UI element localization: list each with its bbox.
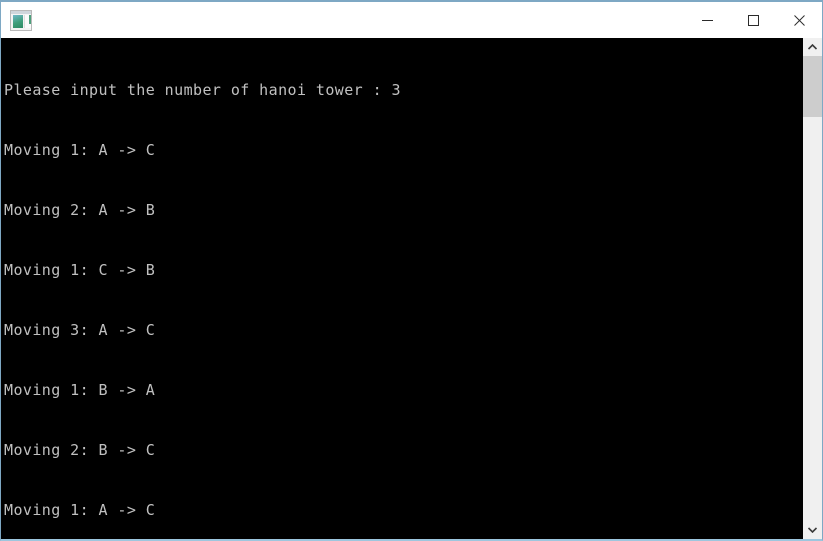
- console-line: Moving 1: A -> C: [4, 501, 156, 519]
- maximize-button[interactable]: [730, 2, 776, 38]
- console-output[interactable]: Please input the number of hanoi tower :…: [1, 38, 802, 539]
- console-line: Moving 1: C -> B: [4, 261, 156, 279]
- vertical-scrollbar[interactable]: [802, 38, 822, 539]
- console-line: Moving 1: B -> A: [4, 381, 156, 399]
- close-button[interactable]: [776, 2, 822, 38]
- console-area: Please input the number of hanoi tower :…: [1, 38, 822, 539]
- window-titlebar[interactable]: [1, 2, 822, 38]
- app-icon-green-bar: [29, 14, 31, 24]
- window-controls: [684, 2, 822, 38]
- console-line: Moving 3: A -> C: [4, 321, 156, 339]
- console-line: Please input the number of hanoi tower :…: [4, 81, 401, 99]
- console-line: Moving 2: A -> B: [4, 201, 156, 219]
- console-line: Moving 2: B -> C: [4, 441, 156, 459]
- console-app-icon[interactable]: [10, 9, 32, 31]
- app-icon-green-pane: [13, 14, 23, 28]
- app-icon-titlestrip: [11, 10, 31, 14]
- titlebar-left-group: [1, 9, 40, 31]
- minimize-button[interactable]: [684, 2, 730, 38]
- scroll-down-button[interactable]: [803, 521, 822, 539]
- scroll-up-button[interactable]: [803, 38, 822, 56]
- console-text-block: Please input the number of hanoi tower :…: [4, 40, 802, 539]
- scrollbar-track[interactable]: [803, 56, 822, 521]
- console-window: Please input the number of hanoi tower :…: [0, 0, 823, 541]
- console-line: Moving 1: A -> C: [4, 141, 156, 159]
- scrollbar-thumb[interactable]: [803, 56, 822, 117]
